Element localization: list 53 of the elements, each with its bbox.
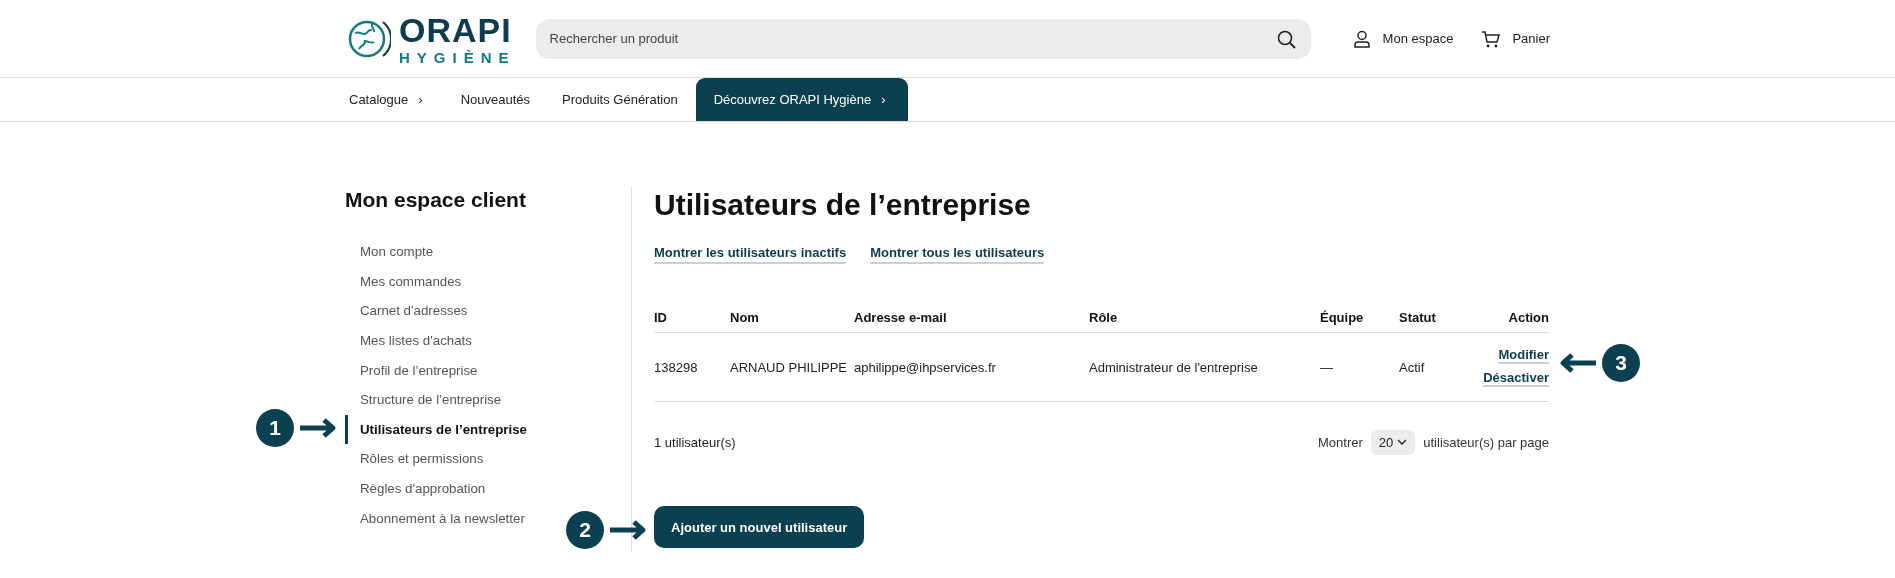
- sidebar-item[interactable]: Utilisateurs de l’entreprise: [345, 414, 527, 445]
- nav-tab[interactable]: Produits Génération: [546, 78, 694, 121]
- user-count: 1 utilisateur(s): [654, 434, 736, 450]
- sidebar-item[interactable]: Carnet d'adresses: [345, 296, 468, 326]
- pager-label: Montrer: [1318, 434, 1363, 450]
- account-link[interactable]: Mon espace: [1352, 29, 1454, 48]
- cart-link[interactable]: Panier: [1481, 29, 1550, 48]
- step-badge: 3: [1602, 344, 1640, 382]
- step-badge: 1: [256, 409, 294, 447]
- column-header: Action: [1469, 302, 1549, 333]
- table-cell: —: [1320, 332, 1399, 402]
- action-link[interactable]: Désactiver: [1483, 370, 1549, 387]
- column-header: Nom: [730, 302, 854, 333]
- page-title: Utilisateurs de l’entreprise: [654, 187, 1032, 223]
- arrow-right-icon: [300, 417, 338, 439]
- column-header: Statut: [1399, 302, 1469, 333]
- nav-tab[interactable]: Découvrez ORAPI Hygiène ›: [695, 78, 908, 121]
- filter-link[interactable]: Montrer les utilisateurs inactifs: [654, 245, 847, 264]
- arrow-left-icon: [1558, 352, 1596, 374]
- column-header: Équipe: [1320, 302, 1399, 333]
- step-badge: 2: [566, 511, 604, 549]
- sidebar-item[interactable]: Abonnement à la newsletter: [345, 503, 525, 533]
- sidebar-item[interactable]: Structure de l’entreprise: [345, 384, 502, 415]
- sidebar-title: Mon espace client: [345, 187, 527, 213]
- column-header: Rôle: [1089, 302, 1320, 333]
- filter-link[interactable]: Montrer tous les utilisateurs: [870, 245, 1045, 264]
- sidebar-item[interactable]: Mes listes d'achats: [345, 325, 472, 356]
- cart-icon: [1481, 29, 1501, 48]
- sidebar-item[interactable]: Mon compte: [345, 237, 434, 267]
- sidebar-item[interactable]: Profil de l’entreprise: [345, 355, 478, 385]
- table-cell: 138298: [654, 332, 730, 402]
- table-cell: aphilippe@ihpservices.fr: [854, 332, 1089, 402]
- column-header: Adresse e-mail: [854, 302, 1089, 333]
- nav-tab[interactable]: Catalogue ›: [345, 78, 445, 121]
- table-cell: Actif: [1399, 332, 1469, 402]
- sidebar-item[interactable]: Rôles et permissions: [345, 444, 484, 474]
- column-header: ID: [654, 302, 730, 333]
- page-size-select[interactable]: 20: [1370, 429, 1416, 455]
- logo-name[interactable]: ORAPI: [399, 12, 516, 47]
- chevron-down-icon: [1397, 438, 1408, 446]
- search-field[interactable]: Rechercher un produit: [535, 18, 1311, 59]
- action-link[interactable]: Modifier: [1498, 347, 1549, 364]
- search-icon[interactable]: [1276, 29, 1296, 49]
- add-user-button[interactable]: Ajouter un nouvel utilisateur: [654, 506, 865, 548]
- arrow-right-icon: [610, 519, 648, 541]
- sidebar-item[interactable]: Mes commandes: [345, 266, 462, 297]
- user-icon: [1352, 29, 1371, 48]
- nav-tab[interactable]: Nouveautés: [444, 78, 546, 121]
- pager-label: utilisateur(s) par page: [1423, 434, 1549, 450]
- logo-tagline: HYGIÈNE: [399, 49, 516, 65]
- table-cell: Administrateur de l'entreprise: [1089, 332, 1320, 402]
- table-cell: ARNAUD PHILIPPE: [730, 332, 854, 402]
- sidebar-item[interactable]: Règles d'approbation: [345, 473, 486, 504]
